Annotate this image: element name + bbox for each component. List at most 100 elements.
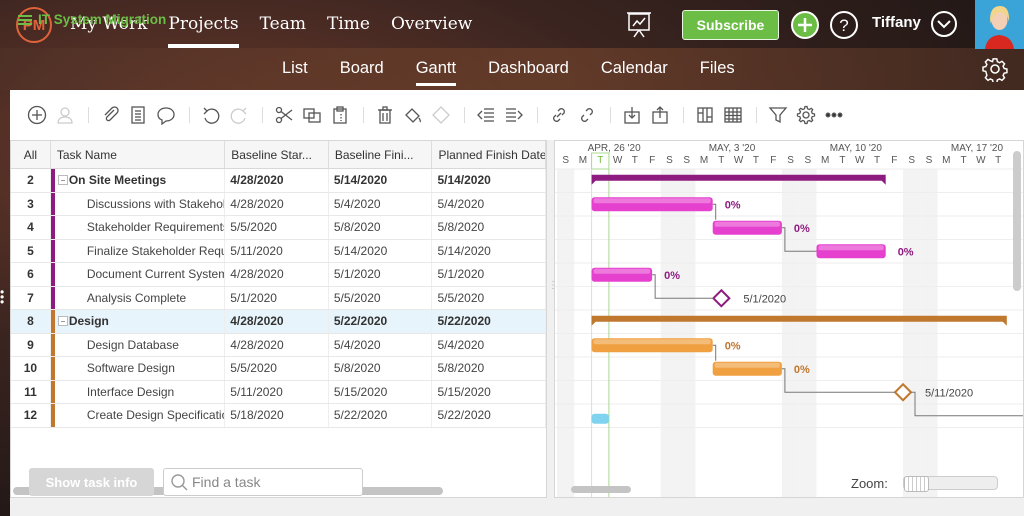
tab-list[interactable]: List xyxy=(282,48,308,90)
col-header-all[interactable]: All xyxy=(11,141,51,168)
tab-gantt[interactable]: Gantt xyxy=(415,48,457,90)
user-name[interactable]: Tiffany xyxy=(872,14,921,31)
task-bar[interactable] xyxy=(591,413,609,424)
baseline-start-cell[interactable]: 4/28/2020 xyxy=(225,263,329,286)
baseline-finish-cell[interactable]: 5/22/2020 xyxy=(329,310,433,333)
task-name-cell[interactable]: Create Design Specification xyxy=(50,404,226,427)
task-name-cell[interactable]: Software Design xyxy=(50,357,226,380)
notes-icon[interactable] xyxy=(127,104,149,126)
baseline-start-cell[interactable]: 4/28/2020 xyxy=(225,333,329,356)
planned-finish-cell[interactable]: 5/22/2020 xyxy=(432,310,546,333)
planned-finish-cell[interactable]: 5/14/2020 xyxy=(432,169,546,192)
planned-finish-cell[interactable]: 5/8/2020 xyxy=(432,357,546,380)
planned-finish-cell[interactable]: 5/5/2020 xyxy=(432,286,546,309)
help-icon[interactable]: ? xyxy=(829,10,859,40)
cut-icon[interactable] xyxy=(273,104,295,126)
col-header-planned-finish[interactable]: Planned Finish Date xyxy=(432,141,546,168)
task-name-cell[interactable]: Stakeholder Requirements xyxy=(50,216,226,239)
baseline-start-cell[interactable]: 4/28/2020 xyxy=(225,169,329,192)
planned-finish-cell[interactable]: 5/1/2020 xyxy=(432,263,546,286)
baseline-finish-cell[interactable]: 5/8/2020 xyxy=(329,216,433,239)
table-row[interactable]: 3Discussions with Stakeholders4/28/20205… xyxy=(11,192,546,216)
baseline-start-cell[interactable]: 4/28/2020 xyxy=(225,192,329,215)
table-row[interactable]: 5 Finalize Stakeholder Requirements5/11/2… xyxy=(11,239,546,263)
paste-icon[interactable] xyxy=(329,104,351,126)
outdent-icon[interactable] xyxy=(475,104,497,126)
task-name-cell[interactable]: Design Database xyxy=(50,333,226,356)
assign-user-icon[interactable] xyxy=(54,104,76,126)
task-name-cell[interactable]: Interface Design xyxy=(50,380,226,403)
zoom-slider[interactable] xyxy=(903,476,998,492)
find-task-field[interactable] xyxy=(163,468,363,496)
import-icon[interactable] xyxy=(621,104,643,126)
planned-finish-cell[interactable]: 5/22/2020 xyxy=(432,404,546,427)
user-menu-chevron-icon[interactable] xyxy=(930,10,958,38)
copy-icon[interactable] xyxy=(301,104,323,126)
collapse-icon[interactable] xyxy=(57,175,68,185)
dependency-link[interactable] xyxy=(712,203,717,220)
show-task-info-button[interactable]: Show task info xyxy=(29,468,154,496)
task-name-cell[interactable]: Design xyxy=(50,310,226,333)
baseline-start-cell[interactable]: 5/11/2020 xyxy=(225,380,329,403)
dependency-link[interactable] xyxy=(712,344,717,361)
table-row[interactable]: 8 Design 4/28/2020 5/22/2020 5/22/2020 xyxy=(11,310,546,334)
indent-icon[interactable] xyxy=(503,104,525,126)
baseline-finish-cell[interactable]: 5/8/2020 xyxy=(329,357,433,380)
comment-icon[interactable] xyxy=(155,104,177,126)
task-name-cell[interactable]: Document Current System xyxy=(50,263,226,286)
project-selector[interactable]: IT System Migration xyxy=(18,12,166,27)
baseline-start-cell[interactable]: 5/5/2020 xyxy=(225,216,329,239)
user-avatar[interactable] xyxy=(975,0,1024,49)
baseline-finish-cell[interactable]: 5/14/2020 xyxy=(329,239,433,262)
baseline-finish-cell[interactable]: 5/22/2020 xyxy=(329,404,433,427)
presentation-icon[interactable] xyxy=(624,10,654,40)
fill-color-icon[interactable] xyxy=(402,104,424,126)
tab-dashboard[interactable]: Dashboard xyxy=(488,48,569,90)
milestone-diamond[interactable] xyxy=(711,288,731,308)
summary-bar[interactable] xyxy=(591,174,886,185)
table-row[interactable]: 2 On Site Meetings 4/28/2020 5/14/2020 5/14/… xyxy=(11,169,546,193)
delete-icon[interactable] xyxy=(374,104,396,126)
task-name-cell[interactable]: Analysis Complete xyxy=(50,286,226,309)
task-name-cell[interactable]: Finalize Stakeholder Requirements xyxy=(50,239,226,262)
planned-finish-cell[interactable]: 5/4/2020 xyxy=(432,333,546,356)
baseline-start-cell[interactable]: 5/18/2020 xyxy=(225,404,329,427)
baseline-start-cell[interactable]: 5/5/2020 xyxy=(225,357,329,380)
table-row[interactable]: 4 Stakeholder Requirements 5/5/2020 5/8/202… xyxy=(11,216,546,240)
nav-projects[interactable]: Projects xyxy=(168,0,239,48)
find-task-input[interactable] xyxy=(192,474,362,490)
project-settings-gear-icon[interactable] xyxy=(982,56,1008,84)
nav-team[interactable]: Team xyxy=(260,0,306,48)
col-header-baseline-finish[interactable]: Baseline Fini... xyxy=(329,141,433,168)
planned-finish-cell[interactable]: 5/8/2020 xyxy=(432,216,546,239)
tab-files[interactable]: Files xyxy=(700,48,735,90)
task-name-cell[interactable]: Discussions with Stakeholders xyxy=(50,192,226,215)
planned-finish-cell[interactable]: 5/14/2020 xyxy=(432,239,546,262)
baseline-finish-cell[interactable]: 5/5/2020 xyxy=(329,286,433,309)
export-icon[interactable] xyxy=(649,104,671,126)
link-icon[interactable] xyxy=(548,104,570,126)
columns-icon[interactable] xyxy=(694,104,716,126)
col-header-task-name[interactable]: Task Name xyxy=(51,141,226,168)
nav-overview[interactable]: Overview xyxy=(391,0,472,48)
more-icon[interactable] xyxy=(823,104,845,126)
undo-icon[interactable] xyxy=(200,104,222,126)
planned-finish-cell[interactable]: 5/4/2020 xyxy=(432,192,546,215)
side-handle-icon[interactable]: • • • xyxy=(0,286,4,308)
baseline-finish-cell[interactable]: 5/15/2020 xyxy=(329,380,433,403)
baseline-start-cell[interactable]: 5/11/2020 xyxy=(225,239,329,262)
nav-time[interactable]: Time xyxy=(327,0,370,48)
gantt-horizontal-scrollbar[interactable] xyxy=(571,486,631,493)
table-row[interactable]: 6 Document Current System 4/28/2020 5/1/202… xyxy=(11,263,546,287)
attachment-icon[interactable] xyxy=(99,104,121,126)
redo-icon[interactable] xyxy=(228,104,250,126)
tab-calendar[interactable]: Calendar xyxy=(601,48,668,90)
table-row[interactable]: 7 Analysis Complete 5/1/2020 5/5/2020 5/5/20… xyxy=(11,286,546,310)
add-icon[interactable] xyxy=(790,10,820,40)
tab-board[interactable]: Board xyxy=(340,48,384,90)
filter-icon[interactable] xyxy=(767,104,789,126)
baseline-finish-cell[interactable]: 5/14/2020 xyxy=(329,169,433,192)
collapse-icon[interactable] xyxy=(57,316,68,326)
milestone-icon[interactable] xyxy=(430,104,452,126)
baseline-start-cell[interactable]: 5/1/2020 xyxy=(225,286,329,309)
